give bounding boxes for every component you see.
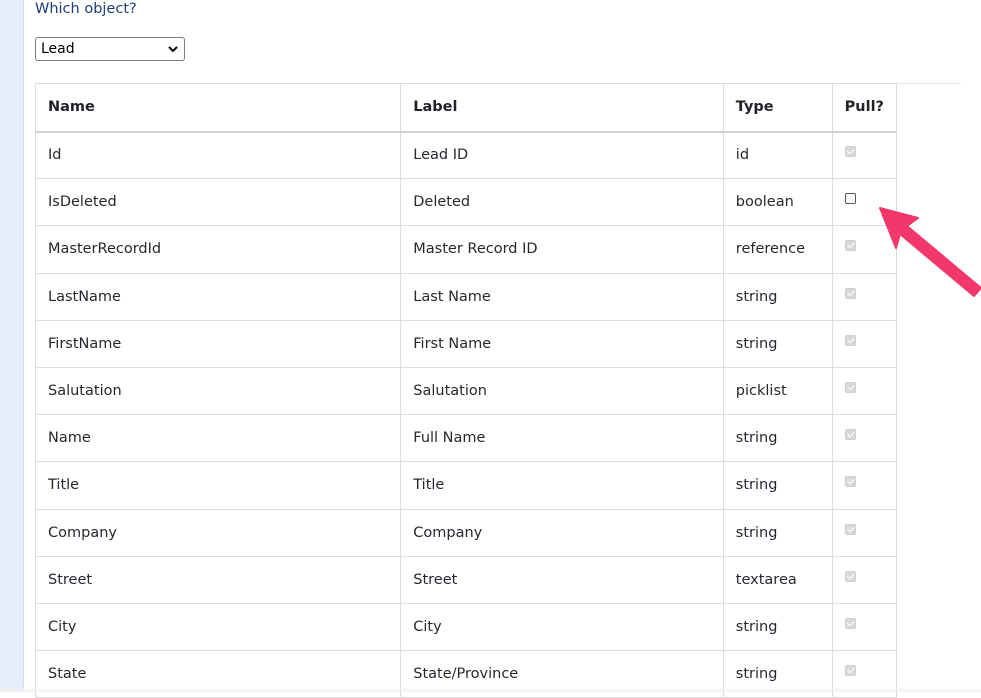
cell-type: picklist <box>722 366 833 416</box>
cell-label: Lead ID <box>400 130 724 180</box>
cell-pull <box>831 461 898 510</box>
pull-checkbox <box>844 429 856 441</box>
pull-checkbox <box>844 570 856 582</box>
cell-type: string <box>722 319 833 368</box>
cell-type: string <box>722 602 833 652</box>
cell-type: reference <box>722 225 833 274</box>
header-pull: Pull? <box>831 83 898 133</box>
cell-name: FirstName <box>34 319 402 368</box>
cell-name: IsDeleted <box>34 178 402 227</box>
table-row: City City string <box>34 602 898 652</box>
cell-label: Deleted <box>400 178 724 227</box>
header-type: Type <box>722 83 833 133</box>
pull-checkbox <box>844 665 856 677</box>
pull-checkbox <box>844 382 856 394</box>
cell-label: First Name <box>400 319 724 368</box>
cell-name: Name <box>34 414 402 463</box>
pull-checkbox <box>844 523 856 535</box>
cell-name: Title <box>34 461 402 510</box>
table-row: Title Title string <box>34 461 898 510</box>
cell-label: Street <box>400 555 724 604</box>
pull-checkbox <box>844 476 856 488</box>
header-label: Label <box>400 83 724 133</box>
cell-label: City <box>400 602 724 652</box>
cell-label: Company <box>400 508 724 557</box>
object-select-value: Lead <box>41 41 75 57</box>
fields-table: Name Label Type Pull? Id Lead ID id IsDelet… <box>34 83 898 698</box>
cell-label: Full Name <box>400 414 724 463</box>
cell-type: string <box>722 461 833 510</box>
cell-type: string <box>722 272 833 321</box>
pull-checkbox <box>844 617 856 629</box>
table-row: Id Lead ID id <box>34 130 898 180</box>
cell-label: Salutation <box>400 366 724 416</box>
cell-label: Last Name <box>400 272 724 321</box>
cell-pull <box>831 366 898 416</box>
table-header-row: Name Label Type Pull? <box>34 83 898 133</box>
chevron-down-icon <box>168 46 178 53</box>
table-row: FirstName First Name string <box>34 319 898 368</box>
cell-type: textarea <box>722 555 833 604</box>
cell-name: Company <box>34 508 402 557</box>
table-row: IsDeleted Deleted boolean <box>34 178 898 227</box>
cell-name: City <box>34 602 402 652</box>
object-prompt: Which object? <box>35 1 137 17</box>
bottom-fade <box>0 686 981 692</box>
arrow-pointer-icon <box>879 207 981 297</box>
cell-type: id <box>722 130 833 180</box>
pull-checkbox <box>844 146 856 158</box>
main-content: Which object? Lead Name Label Type Pull?… <box>34 0 981 698</box>
table-row: MasterRecordId Master Record ID reference <box>34 225 898 274</box>
table-row: Company Company string <box>34 508 898 557</box>
cell-type: string <box>722 414 833 463</box>
cell-pull <box>831 508 898 557</box>
cell-name: MasterRecordId <box>34 225 402 274</box>
table-row: Salutation Salutation picklist <box>34 366 898 416</box>
table-row: Name Full Name string <box>34 414 898 463</box>
cell-name: LastName <box>34 272 402 321</box>
header-name: Name <box>34 83 402 133</box>
cell-label: Master Record ID <box>400 225 724 274</box>
cell-label: Title <box>400 461 724 510</box>
pull-checkbox[interactable] <box>844 193 856 205</box>
cell-pull <box>831 414 898 463</box>
cell-name: Salutation <box>34 366 402 416</box>
cell-type: boolean <box>722 178 833 227</box>
cell-pull <box>831 555 898 604</box>
table-row: LastName Last Name string <box>34 272 898 321</box>
cell-type: string <box>722 508 833 557</box>
object-select[interactable]: Lead <box>35 37 185 61</box>
cell-pull <box>831 319 898 368</box>
cell-name: Id <box>34 130 402 180</box>
pull-checkbox <box>844 287 856 299</box>
left-gutter <box>0 0 24 692</box>
cell-pull <box>831 602 898 652</box>
cell-pull <box>831 130 898 180</box>
pull-checkbox <box>844 334 856 346</box>
cell-name: Street <box>34 555 402 604</box>
pull-checkbox <box>844 240 856 252</box>
table-row: Street Street textarea <box>34 555 898 604</box>
